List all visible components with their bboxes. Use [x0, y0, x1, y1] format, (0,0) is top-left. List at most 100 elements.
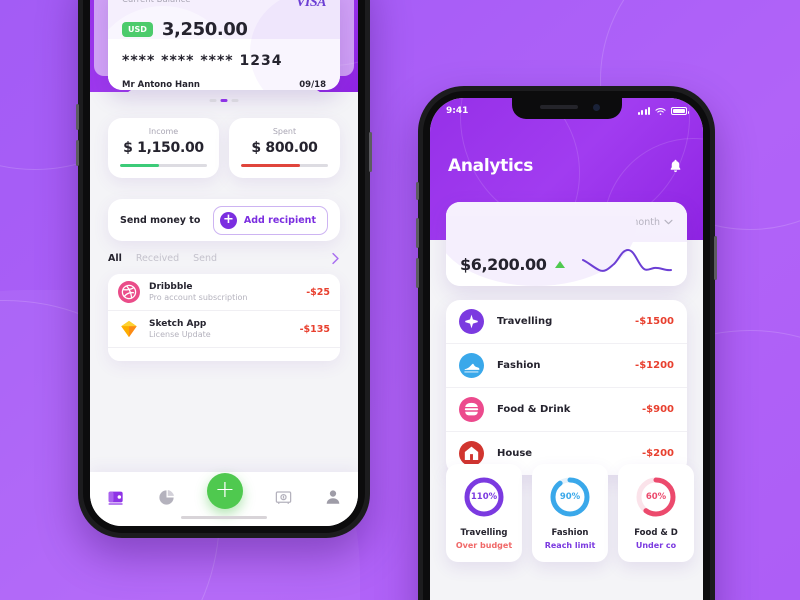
budget-ring: 60%: [635, 476, 677, 518]
stat-progress-bar: [241, 164, 328, 167]
chevron-right-icon[interactable]: [331, 252, 340, 265]
phone-right-screen: 9:41 Analytics Total Transactions This m: [430, 98, 703, 600]
chevron-down-icon: [664, 219, 673, 225]
budget-name: Travelling: [460, 528, 508, 538]
budget-status: Over budget: [455, 541, 513, 550]
card-expiry: 09/18: [299, 80, 326, 90]
card-peek-right: [338, 0, 354, 76]
send-money-label: Send money to: [120, 214, 201, 226]
power-button[interactable]: [369, 132, 372, 172]
pie-chart-icon: [159, 489, 174, 505]
budget-ring: 110%: [463, 476, 505, 518]
currency-chip: USD: [122, 22, 153, 37]
stat-card-income[interactable]: Income $ 1,150.00: [108, 118, 219, 178]
power-button[interactable]: [714, 236, 717, 280]
table-row-partial[interactable]: [108, 347, 340, 361]
page-title: Analytics: [448, 156, 534, 176]
tab-profile[interactable]: [324, 488, 342, 510]
carousel-dot[interactable]: [231, 99, 239, 102]
speaker-grille: [539, 105, 578, 109]
phone-left: My Wallet Current Balance VISA USD 3,250…: [76, 0, 372, 538]
category-name: Travelling: [497, 316, 553, 327]
send-money-card: Send money to + Add recipient: [108, 199, 340, 241]
stat-progress-bar: [120, 164, 207, 167]
stats-row: Income $ 1,150.00 Spent $ 800.00: [108, 118, 340, 178]
budget-card-fashion[interactable]: 90% Fashion Reach limit: [532, 464, 608, 562]
total-card-body: $6,200.00: [446, 216, 687, 286]
budget-card-row[interactable]: 110% Travelling Over budget 90% Fashion …: [446, 464, 703, 562]
transaction-subtitle: License Update: [149, 330, 211, 339]
category-name: Food & Drink: [497, 404, 571, 415]
silent-switch[interactable]: [416, 182, 419, 200]
stat-value: $ 800.00: [251, 140, 318, 156]
battery-icon: [671, 107, 689, 115]
stat-progress-fill: [120, 164, 160, 167]
budget-percent: 110%: [470, 492, 498, 502]
phone-left-screen: My Wallet Current Balance VISA USD 3,250…: [90, 0, 358, 526]
wallet-icon: [108, 491, 123, 505]
volume-down-button[interactable]: [416, 258, 419, 288]
add-recipient-label: Add recipient: [243, 214, 316, 226]
card-number: **** **** **** 1234: [122, 53, 283, 69]
add-transaction-fab[interactable]: +: [206, 473, 243, 509]
total-transactions-card[interactable]: Total Transactions This month $6,200.00: [446, 202, 687, 286]
category-amount: -$900: [642, 404, 674, 415]
burger-icon: [459, 397, 484, 422]
home-indicator: [181, 515, 267, 519]
budget-percent: 60%: [645, 492, 667, 502]
tab-wallet[interactable]: [106, 487, 126, 511]
dribbble-icon: [118, 281, 140, 303]
add-recipient-button[interactable]: + Add recipient: [212, 205, 328, 235]
card-balance-value: 3,250.00: [161, 19, 248, 40]
visa-logo: VISA: [296, 0, 326, 10]
budget-ring: 90%: [549, 476, 591, 518]
carousel-dot-active[interactable]: [220, 99, 228, 102]
house-icon: [459, 441, 484, 466]
total-amount: $6,200.00: [460, 254, 547, 274]
transaction-name: Sketch App: [149, 319, 207, 329]
triangle-up-icon: [554, 260, 565, 268]
sketch-icon: [118, 318, 140, 340]
budget-name: Food & D: [634, 528, 678, 538]
signal-icon: [637, 107, 650, 115]
table-row[interactable]: Sketch App License Update -$135: [108, 310, 340, 347]
list-item[interactable]: Food & Drink -$900: [446, 387, 687, 431]
tab-analytics[interactable]: [157, 488, 176, 511]
transaction-amount: -$25: [306, 286, 330, 298]
budget-status: Under co: [635, 541, 677, 550]
category-name: Fashion: [497, 360, 541, 371]
budget-card-travelling[interactable]: 110% Travelling Over budget: [446, 464, 522, 562]
front-camera: [592, 104, 600, 111]
category-amount: -$1500: [635, 316, 674, 327]
transaction-amount: -$135: [299, 323, 330, 335]
carousel-dot[interactable]: [209, 99, 217, 102]
phone-right: 9:41 Analytics Total Transactions This m: [416, 86, 717, 600]
budget-status: Reach limit: [544, 541, 596, 550]
volume-up-button[interactable]: [416, 218, 419, 248]
safe-icon: [275, 490, 292, 504]
notch: [511, 98, 622, 119]
tab-received[interactable]: Received: [136, 253, 179, 264]
wifi-icon: [655, 107, 666, 115]
tab-send[interactable]: Send: [193, 253, 217, 264]
budget-card-food[interactable]: 60% Food & D Under co: [618, 464, 694, 562]
sparkline-chart: [582, 249, 672, 272]
tab-savings[interactable]: [274, 488, 293, 511]
transaction-tabs: All Received Send: [108, 252, 340, 265]
category-name: House: [497, 448, 533, 459]
stat-card-spent[interactable]: Spent $ 800.00: [229, 118, 340, 178]
volume-up-button[interactable]: [76, 104, 79, 130]
tab-all[interactable]: All: [108, 253, 122, 264]
bell-icon[interactable]: [668, 158, 683, 174]
budget-percent: 90%: [559, 492, 581, 502]
stat-value: $ 1,150.00: [123, 140, 204, 156]
transaction-subtitle: Pro account subscription: [149, 293, 248, 302]
list-item[interactable]: Fashion -$1200: [446, 343, 687, 387]
card-carousel-dots[interactable]: [209, 99, 239, 102]
transaction-name: Dribbble: [149, 282, 193, 292]
table-row[interactable]: Dribbble Pro account subscription -$25: [108, 274, 340, 310]
volume-down-button[interactable]: [76, 140, 79, 166]
plus-icon: +: [219, 211, 237, 229]
credit-card[interactable]: Current Balance VISA USD 3,250.00 **** *…: [108, 0, 340, 90]
list-item[interactable]: Travelling -$1500: [446, 300, 687, 343]
